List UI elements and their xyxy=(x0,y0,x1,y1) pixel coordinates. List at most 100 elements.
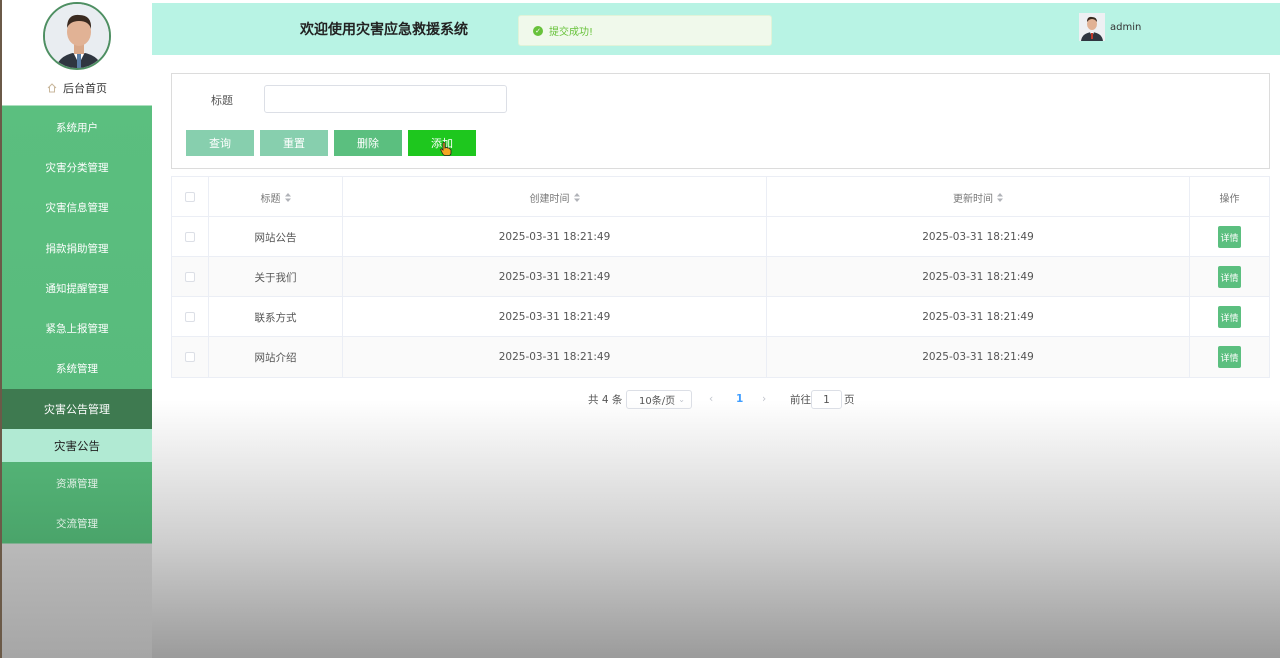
detail-button[interactable]: 详情 xyxy=(1218,226,1241,248)
sidebar-item-label: 通知提醒管理 xyxy=(45,282,109,295)
sort-icon[interactable] xyxy=(573,192,580,202)
sidebar-item-label: 灾害信息管理 xyxy=(45,201,109,214)
row-created: 2025-03-31 18:21:49 xyxy=(343,337,767,377)
sidebar-item-label: 灾害公告管理 xyxy=(44,403,110,416)
announcement-table: 标题 创建时间 更新时间 操作 网站公告 2025-03-31 18:21:49… xyxy=(171,176,1270,378)
row-title: 关于我们 xyxy=(209,257,343,297)
row-operation-cell: 详情 xyxy=(1190,337,1269,377)
detail-button[interactable]: 详情 xyxy=(1218,346,1241,368)
next-page-icon[interactable]: › xyxy=(762,389,766,409)
reset-button[interactable]: 重置 xyxy=(260,130,328,156)
page-title: 欢迎使用灾害应急救援系统 xyxy=(300,22,468,38)
column-header-created: 创建时间 xyxy=(529,193,570,205)
sidebar-item-label: 系统用户 xyxy=(56,121,98,134)
row-title: 联系方式 xyxy=(209,297,343,337)
sidebar-item-label: 系统管理 xyxy=(56,362,98,375)
row-operation-cell: 详情 xyxy=(1190,257,1269,297)
search-panel: 标题 查询 重置 删除 添加 xyxy=(171,73,1270,169)
page-size-value: 10条/页 xyxy=(639,396,676,407)
column-header-operation: 操作 xyxy=(1219,193,1240,205)
query-button[interactable]: 查询 xyxy=(186,130,254,156)
header-title-cell[interactable]: 标题 xyxy=(209,177,343,217)
pagination-total: 共 4 条 xyxy=(588,393,623,406)
sidebar-item-resource[interactable]: 资源管理 xyxy=(2,463,152,503)
column-header-updated: 更新时间 xyxy=(953,193,993,205)
sidebar-item-disaster-info[interactable]: 灾害信息管理 xyxy=(2,187,152,227)
chevron-down-icon: ⌄ xyxy=(678,395,685,404)
sidebar-item-donation[interactable]: 捐款捐助管理 xyxy=(2,228,152,268)
success-toast: ✓ 提交成功! xyxy=(518,15,772,46)
sidebar-subitem-announcement[interactable]: 灾害公告 xyxy=(2,429,152,462)
row-updated: 2025-03-31 18:21:49 xyxy=(767,337,1190,377)
sidebar-item-announcement-management[interactable]: 灾害公告管理 xyxy=(2,389,152,429)
profile-avatar[interactable] xyxy=(43,2,111,70)
sidebar-home-label: 后台首页 xyxy=(63,82,107,95)
hand-cursor-icon xyxy=(440,142,452,156)
row-updated: 2025-03-31 18:21:49 xyxy=(767,257,1190,297)
home-icon xyxy=(47,83,57,93)
goto-label: 前往 xyxy=(790,393,811,406)
row-updated: 2025-03-31 18:21:49 xyxy=(767,297,1190,337)
check-circle-icon: ✓ xyxy=(533,25,543,36)
detail-button[interactable]: 详情 xyxy=(1218,306,1241,328)
toast-message: 提交成功! xyxy=(549,27,594,38)
table-header-row: 标题 创建时间 更新时间 操作 xyxy=(172,177,1269,217)
row-checkbox-cell xyxy=(172,337,209,377)
sidebar-item-system-management[interactable]: 系统管理 xyxy=(2,348,152,388)
row-title: 网站介绍 xyxy=(209,337,343,377)
detail-button[interactable]: 详情 xyxy=(1218,266,1241,288)
sidebar-item-label: 资源管理 xyxy=(56,477,98,490)
sidebar-subitem-label: 灾害公告 xyxy=(54,438,100,453)
sidebar-item-emergency-report[interactable]: 紧急上报管理 xyxy=(2,308,152,348)
user-avatar[interactable] xyxy=(1079,13,1105,41)
sidebar-item-communication[interactable]: 交流管理 xyxy=(2,503,152,543)
row-updated: 2025-03-31 18:21:49 xyxy=(767,217,1190,257)
sidebar-item-label: 紧急上报管理 xyxy=(45,322,109,335)
header-operation-cell: 操作 xyxy=(1190,177,1269,217)
sidebar-item-notification[interactable]: 通知提醒管理 xyxy=(2,268,152,308)
search-title-label: 标题 xyxy=(211,94,233,107)
sidebar-item-system-users[interactable]: 系统用户 xyxy=(2,107,152,147)
table-row: 网站介绍 2025-03-31 18:21:49 2025-03-31 18:2… xyxy=(172,337,1269,377)
sort-icon[interactable] xyxy=(284,192,291,202)
row-operation-cell: 详情 xyxy=(1190,297,1269,337)
table-row: 网站公告 2025-03-31 18:21:49 2025-03-31 18:2… xyxy=(172,217,1269,257)
row-checkbox[interactable] xyxy=(185,352,195,362)
row-checkbox[interactable] xyxy=(185,312,195,322)
prev-page-icon[interactable]: ‹ xyxy=(709,389,713,409)
top-header: 欢迎使用灾害应急救援系统 ✓ 提交成功! admin xyxy=(152,3,1280,55)
sidebar-item-label: 捐款捐助管理 xyxy=(45,242,109,255)
row-created: 2025-03-31 18:21:49 xyxy=(343,297,767,337)
page-suffix-label: 页 xyxy=(844,393,855,406)
table-row: 关于我们 2025-03-31 18:21:49 2025-03-31 18:2… xyxy=(172,257,1269,297)
row-checkbox-cell xyxy=(172,217,209,257)
select-all-checkbox[interactable] xyxy=(185,192,195,202)
header-checkbox-cell xyxy=(172,177,209,217)
person-avatar-icon xyxy=(45,4,109,68)
row-operation-cell: 详情 xyxy=(1190,217,1269,257)
table-row: 联系方式 2025-03-31 18:21:49 2025-03-31 18:2… xyxy=(172,297,1269,337)
row-created: 2025-03-31 18:21:49 xyxy=(343,217,767,257)
sidebar: 后台首页 系统用户 灾害分类管理 灾害信息管理 捐款捐助管理 通知提醒管理 紧急… xyxy=(2,0,152,658)
sidebar-item-disaster-category[interactable]: 灾害分类管理 xyxy=(2,147,152,187)
search-title-input[interactable] xyxy=(264,85,507,113)
column-header-title: 标题 xyxy=(260,193,281,205)
row-checkbox[interactable] xyxy=(185,232,195,242)
username[interactable]: admin xyxy=(1110,22,1141,33)
row-checkbox-cell xyxy=(172,257,209,297)
person-avatar-icon xyxy=(1079,13,1105,41)
delete-button[interactable]: 删除 xyxy=(334,130,402,156)
row-checkbox-cell xyxy=(172,297,209,337)
header-created-cell[interactable]: 创建时间 xyxy=(343,177,767,217)
sidebar-item-label: 灾害分类管理 xyxy=(45,161,109,174)
goto-page-input[interactable]: 1 xyxy=(811,390,842,409)
page-number-current[interactable]: 1 xyxy=(736,389,743,409)
sidebar-home-link[interactable]: 后台首页 xyxy=(2,78,152,98)
sidebar-item-label: 交流管理 xyxy=(56,517,98,530)
row-title: 网站公告 xyxy=(209,217,343,257)
row-created: 2025-03-31 18:21:49 xyxy=(343,257,767,297)
page-size-select[interactable]: 10条/页 ⌄ xyxy=(626,390,692,409)
header-updated-cell[interactable]: 更新时间 xyxy=(767,177,1190,217)
row-checkbox[interactable] xyxy=(185,272,195,282)
sort-icon[interactable] xyxy=(997,192,1003,202)
